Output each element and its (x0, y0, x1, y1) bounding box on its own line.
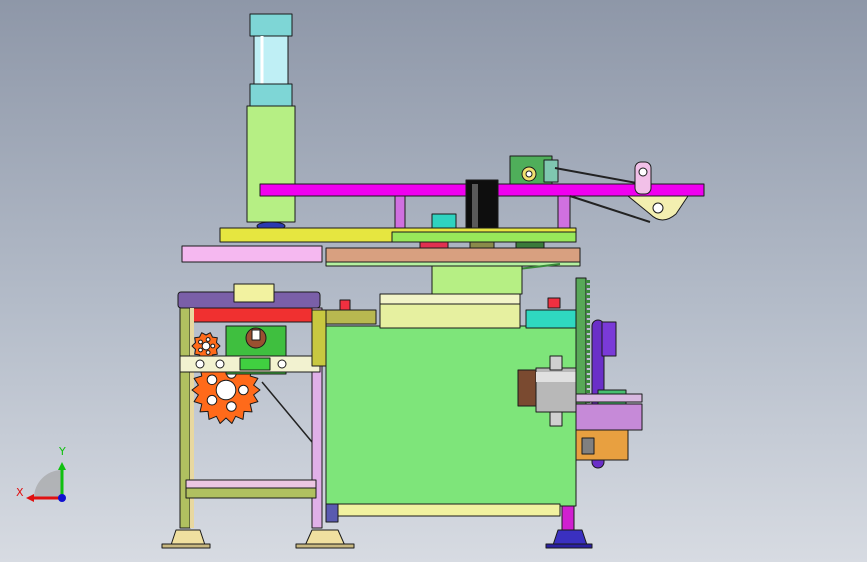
small-orange-gear (191, 332, 221, 360)
cad-viewport[interactable]: X Y (0, 0, 867, 562)
rack-tooth (586, 370, 590, 373)
rack-tooth (586, 365, 590, 368)
gear-hole (210, 343, 216, 349)
rack-tooth (586, 375, 590, 378)
rack-tooth (586, 290, 590, 293)
gear-hole (238, 384, 249, 396)
rack-tooth (586, 380, 590, 383)
gear-hole (198, 347, 203, 353)
rack-tooth (586, 340, 590, 343)
gear-hole (205, 337, 211, 342)
rack-tooth (586, 330, 590, 333)
machine-assembly-drawing: X Y (16, 13, 705, 549)
gear-hole (206, 374, 218, 386)
rack-tooth (586, 315, 590, 318)
rack-tooth (586, 390, 590, 393)
coordinate-triad: X Y (16, 445, 66, 502)
rack-tooth (586, 360, 590, 363)
rack-tooth (586, 295, 590, 298)
rack-tooth (586, 300, 590, 303)
gear-hole (205, 350, 211, 355)
rack-tooth (586, 280, 590, 283)
y-axis-label: Y (58, 445, 66, 458)
cylinder-assembly (246, 13, 296, 231)
rack-tooth (586, 325, 590, 328)
rack-tooth (586, 355, 590, 358)
gear-hole (206, 394, 218, 406)
rack-tooth (586, 305, 590, 308)
rack-tooth (586, 345, 590, 348)
z-axis-dot (58, 494, 66, 502)
gear-hub (215, 379, 237, 401)
gear-hub (201, 341, 211, 351)
rack-body (575, 277, 587, 409)
vertical-gear-rack (575, 277, 590, 409)
rack-tooth (586, 335, 590, 338)
rack-tooth (586, 385, 590, 388)
gear-hole (226, 401, 237, 412)
rack-tooth (586, 350, 590, 353)
rack-tooth (586, 320, 590, 323)
gear-hole (198, 339, 203, 345)
chain-drive (575, 277, 643, 469)
rack-tooth (586, 310, 590, 313)
rack-tooth (586, 285, 590, 288)
x-axis-label: X (16, 486, 24, 499)
